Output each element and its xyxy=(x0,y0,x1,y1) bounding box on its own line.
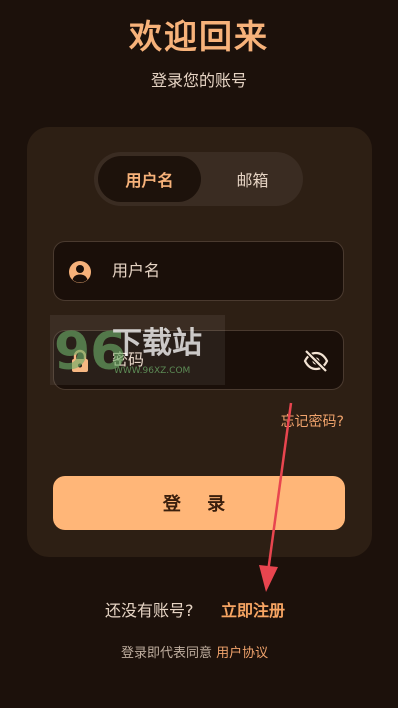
login-method-toggle: 用户名 邮箱 xyxy=(94,152,303,206)
watermark-logo: 96 下载站 WWW.96XZ.COM xyxy=(50,315,225,385)
login-button[interactable]: 登 录 xyxy=(53,476,345,530)
page-title: 欢迎回来 xyxy=(129,17,269,56)
tab-email[interactable]: 邮箱 xyxy=(206,156,299,202)
no-account-text: 还没有账号? xyxy=(105,601,194,620)
username-placeholder: 用户名 xyxy=(112,261,161,280)
watermark-url: WWW.96XZ.COM xyxy=(114,366,190,376)
register-link[interactable]: 立即注册 xyxy=(221,597,285,621)
eye-off-icon[interactable] xyxy=(303,349,329,373)
terms-prefix: 登录即代表同意 xyxy=(121,646,213,661)
username-field[interactable]: 用户名 xyxy=(53,241,344,301)
user-icon xyxy=(69,261,91,283)
tab-username[interactable]: 用户名 xyxy=(98,156,201,202)
user-agreement-link[interactable]: 用户协议 xyxy=(216,646,268,661)
watermark-title: 下载站 xyxy=(112,326,202,361)
terms-notice: 登录即代表同意 用户协议 xyxy=(121,642,268,661)
page-subtitle: 登录您的账号 xyxy=(150,71,247,90)
forgot-password-link[interactable]: 忘记密码? xyxy=(250,411,344,431)
